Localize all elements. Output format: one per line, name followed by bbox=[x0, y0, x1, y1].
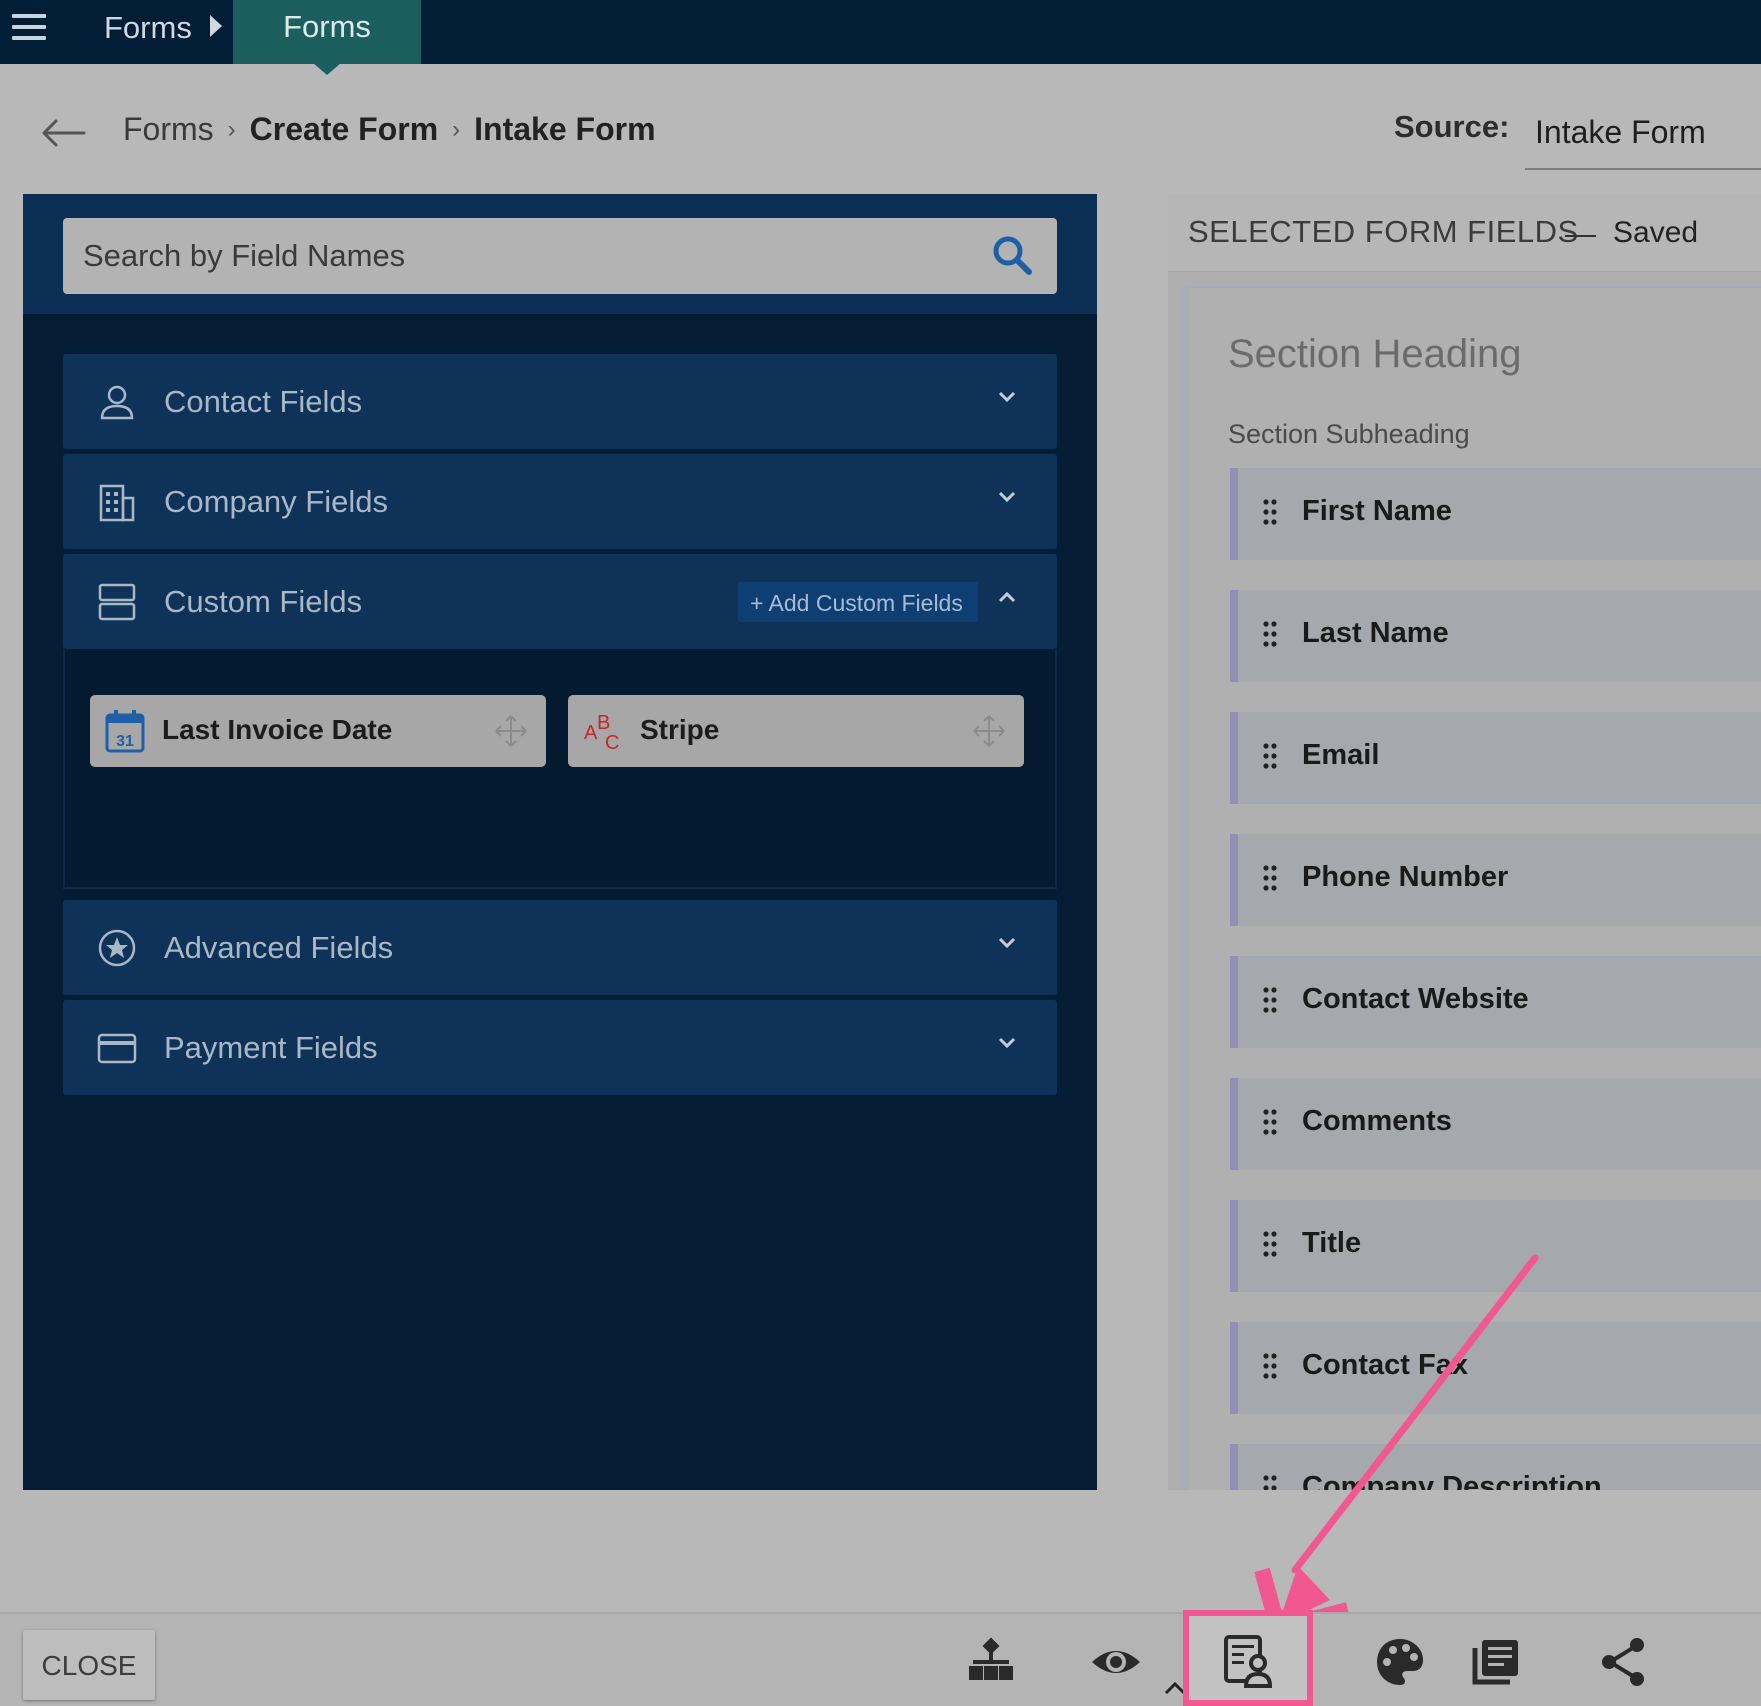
breadcrumb-create-form[interactable]: Create Form bbox=[250, 111, 439, 148]
svg-text:C: C bbox=[605, 732, 619, 753]
field-library-panel: Search by Field Names Contact Fields Com… bbox=[23, 194, 1097, 1490]
drag-handle-icon[interactable] bbox=[1262, 864, 1278, 892]
form-settings-button[interactable] bbox=[1183, 1610, 1313, 1706]
chevron-up-icon[interactable] bbox=[997, 590, 1017, 604]
selected-field-row[interactable]: Contact Website bbox=[1230, 956, 1761, 1048]
person-icon bbox=[100, 385, 134, 420]
chevron-down-icon[interactable] bbox=[997, 390, 1017, 404]
chevron-down-icon[interactable] bbox=[997, 936, 1017, 950]
selected-field-label: First Name bbox=[1302, 495, 1452, 527]
category-contact-fields[interactable]: Contact Fields bbox=[63, 354, 1057, 449]
palette-icon[interactable] bbox=[1374, 1636, 1426, 1688]
selected-field-label: Last Name bbox=[1302, 617, 1449, 649]
drag-handle-icon[interactable] bbox=[1262, 742, 1278, 770]
drag-handle-icon[interactable] bbox=[1262, 620, 1278, 648]
breadcrumb: Forms › Create Form › Intake Form bbox=[123, 111, 656, 148]
section-heading[interactable]: Section Heading bbox=[1228, 332, 1522, 377]
selected-field-row[interactable]: Phone Number bbox=[1230, 834, 1761, 926]
drag-handle-icon[interactable] bbox=[1262, 498, 1278, 526]
add-custom-fields-button[interactable]: + Add Custom Fields bbox=[738, 582, 978, 622]
title-separator: — bbox=[1565, 216, 1596, 251]
category-label: Custom Fields bbox=[164, 584, 363, 619]
field-search-input[interactable]: Search by Field Names bbox=[63, 218, 1057, 294]
annotation-arrow bbox=[1254, 1254, 1539, 1636]
source-select[interactable]: Intake Form bbox=[1525, 96, 1761, 170]
hamburger-menu-icon[interactable] bbox=[12, 14, 46, 40]
library-icon[interactable] bbox=[1470, 1636, 1522, 1688]
category-label: Company Fields bbox=[164, 484, 388, 519]
storage-icon bbox=[98, 583, 136, 621]
eye-icon[interactable] bbox=[1090, 1636, 1142, 1688]
category-custom-fields[interactable]: Custom Fields + Add Custom Fields bbox=[63, 554, 1057, 649]
category-label: Payment Fields bbox=[164, 1030, 378, 1065]
category-company-fields[interactable]: Company Fields bbox=[63, 454, 1057, 549]
breadcrumb-separator-icon: › bbox=[452, 115, 461, 143]
svg-text:B: B bbox=[597, 712, 610, 734]
selected-field-label: Comments bbox=[1302, 1105, 1452, 1137]
category-label: Advanced Fields bbox=[164, 930, 394, 965]
calendar-icon: 31 bbox=[105, 710, 145, 753]
field-label: Last Invoice Date bbox=[162, 714, 393, 745]
move-icon[interactable] bbox=[972, 714, 1006, 748]
close-button[interactable]: CLOSE bbox=[23, 1630, 155, 1700]
hierarchy-icon[interactable] bbox=[965, 1636, 1017, 1688]
form-settings-icon bbox=[1224, 1635, 1273, 1688]
field-card-stripe[interactable]: A B C Stripe bbox=[568, 695, 1024, 767]
move-icon[interactable] bbox=[494, 714, 528, 748]
star-circle-icon bbox=[98, 929, 136, 967]
share-icon[interactable] bbox=[1598, 1636, 1650, 1688]
text-field-icon: A B C bbox=[584, 712, 619, 753]
bottom-toolbar: CLOSE bbox=[0, 1612, 1761, 1706]
field-library-header: Search by Field Names bbox=[23, 194, 1097, 314]
section-subheading[interactable]: Section Subheading bbox=[1228, 419, 1470, 450]
back-arrow-icon[interactable] bbox=[40, 118, 86, 148]
field-card-last-invoice-date[interactable]: 31 Last Invoice Date bbox=[90, 695, 546, 767]
category-advanced-fields[interactable]: Advanced Fields bbox=[63, 900, 1057, 995]
save-status: Saved bbox=[1613, 216, 1699, 249]
caret-right-icon bbox=[210, 15, 222, 37]
selected-field-label: Email bbox=[1302, 739, 1380, 771]
calendar-icon-text: 31 bbox=[116, 733, 134, 750]
top-navigation-bar: Forms Forms bbox=[0, 0, 1761, 75]
tab-forms[interactable]: Forms bbox=[233, 0, 421, 64]
chevron-down-icon[interactable] bbox=[997, 1036, 1017, 1050]
search-icon[interactable] bbox=[991, 234, 1033, 276]
selected-field-row[interactable]: Comments bbox=[1230, 1078, 1761, 1170]
selected-field-label: Contact Website bbox=[1302, 983, 1529, 1015]
category-label: Contact Fields bbox=[164, 384, 363, 419]
selected-fields-title: SELECTED FORM FIELDS bbox=[1188, 214, 1579, 249]
credit-card-icon bbox=[97, 1033, 137, 1064]
drag-handle-icon[interactable] bbox=[1262, 1108, 1278, 1136]
svg-text:A: A bbox=[584, 722, 598, 744]
source-label: Source: bbox=[1394, 109, 1510, 144]
top-crumb-forms[interactable]: Forms bbox=[104, 10, 192, 46]
selected-field-row[interactable]: Email bbox=[1230, 712, 1761, 804]
selected-field-row[interactable]: First Name bbox=[1230, 468, 1761, 560]
search-placeholder: Search by Field Names bbox=[83, 238, 406, 273]
active-tab-pointer bbox=[313, 63, 341, 75]
selected-field-label: Phone Number bbox=[1302, 861, 1509, 893]
selected-field-row[interactable]: Last Name bbox=[1230, 590, 1761, 682]
drag-handle-icon[interactable] bbox=[1262, 986, 1278, 1014]
breadcrumb-separator-icon: › bbox=[227, 115, 236, 143]
building-icon bbox=[99, 484, 135, 522]
category-payment-fields[interactable]: Payment Fields bbox=[63, 1000, 1057, 1095]
chevron-down-icon[interactable] bbox=[997, 490, 1017, 504]
custom-fields-list: 31 Last Invoice Date A B C Stripe bbox=[63, 649, 1057, 889]
field-label: Stripe bbox=[640, 714, 720, 745]
breadcrumb-intake-form: Intake Form bbox=[474, 111, 656, 147]
selected-fields-header: SELECTED FORM FIELDS — Saved bbox=[1168, 194, 1761, 272]
breadcrumb-forms[interactable]: Forms bbox=[123, 111, 214, 148]
